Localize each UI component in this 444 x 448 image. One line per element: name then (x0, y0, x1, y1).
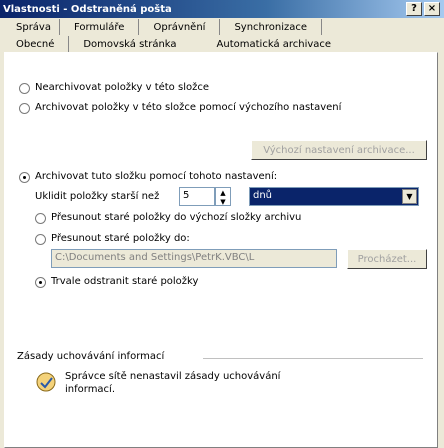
retention-header: Zásady uchovávání informací (17, 351, 165, 362)
close-button[interactable]: × (424, 2, 440, 16)
tab-automaticka-archivace[interactable]: Automatická archivace (205, 36, 340, 52)
tab-domovska-stranka[interactable]: Domovská stránka (69, 36, 204, 52)
spin-down-icon[interactable]: ▼ (216, 197, 230, 206)
tab-opravneni[interactable]: Oprávnění (139, 19, 221, 35)
clean-older-spinner[interactable]: ▲ ▼ (215, 187, 231, 206)
retention-divider (203, 358, 423, 359)
window-title: Vlastnosti - Odstraněná pošta (3, 3, 172, 15)
move-to-radio[interactable] (35, 234, 46, 245)
chevron-down-icon[interactable]: ▼ (402, 189, 417, 204)
default-archive-radio[interactable] (19, 103, 30, 114)
archive-path-input[interactable]: C:\Documents and Settings\PetrK.VBC\L (51, 249, 337, 268)
help-button[interactable]: ? (406, 2, 422, 16)
clean-older-unit-select[interactable]: dnů ▼ (249, 187, 419, 206)
tab-row-1: Správa Formuláře Oprávnění Synchronizace (4, 18, 323, 35)
custom-archive-radio[interactable] (19, 172, 30, 183)
move-default-radio[interactable] (35, 213, 46, 224)
retention-message-line2: informací. (65, 384, 116, 395)
auto-archive-panel: Nearchivovat položky v této složce Archi… (4, 52, 438, 448)
tab-synchronizace[interactable]: Synchronizace (220, 19, 323, 35)
default-settings-button[interactable]: Výchozí nastavení archivace... (251, 140, 427, 160)
delete-permanently-radio[interactable] (35, 277, 46, 288)
move-to-label[interactable]: Přesunout staré položky do: (51, 233, 190, 244)
tab-formulare[interactable]: Formuláře (60, 19, 140, 35)
custom-archive-label[interactable]: Archivovat tuto složku pomocí tohoto nas… (35, 171, 277, 182)
browse-button[interactable]: Procházet... (347, 249, 427, 269)
clean-older-input[interactable]: 5 (179, 187, 215, 206)
no-archive-label[interactable]: Nearchivovat položky v této složce (35, 82, 209, 93)
default-archive-label[interactable]: Archivovat položky v této složce pomocí … (35, 102, 341, 113)
title-bar: Vlastnosti - Odstraněná pošta ? × (0, 0, 444, 18)
delete-permanently-label[interactable]: Trvale odstranit staré položky (51, 276, 198, 287)
retention-message-line1: Správce sítě nenastavil zásady uchováván… (65, 371, 281, 382)
tab-sprava[interactable]: Správa (4, 19, 60, 35)
no-archive-radio[interactable] (19, 83, 30, 94)
tab-row-2: Obecné Domovská stránka Automatická arch… (4, 35, 339, 52)
retention-policy-icon (36, 372, 56, 392)
clean-older-unit-value: dnů (253, 190, 273, 201)
move-default-label[interactable]: Přesunout staré položky do výchozí složk… (51, 212, 301, 223)
tab-obecne[interactable]: Obecné (4, 36, 70, 52)
spin-up-icon[interactable]: ▲ (216, 188, 230, 197)
clean-older-label: Uklidit položky starší než (35, 191, 160, 202)
